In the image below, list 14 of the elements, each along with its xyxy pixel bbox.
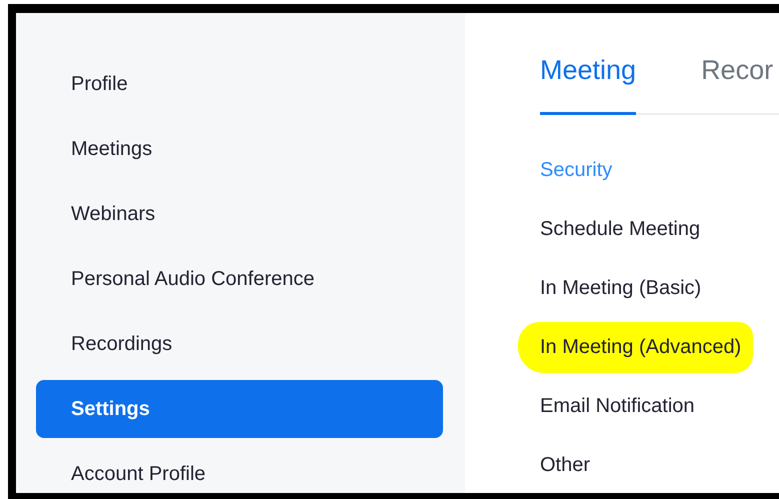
sidebar-item[interactable]: Account Profile xyxy=(36,445,443,493)
sidebar-item[interactable]: Personal Audio Conference xyxy=(36,250,443,308)
sidebar-item[interactable]: Meetings xyxy=(36,120,443,178)
section-link[interactable]: Schedule Meeting xyxy=(540,204,700,255)
sidebar-item[interactable]: Settings xyxy=(36,380,443,438)
sidebar-item[interactable]: Recordings xyxy=(36,315,443,373)
section-link[interactable]: Email Notification xyxy=(540,381,695,432)
tab[interactable]: Meeting xyxy=(540,53,636,115)
sidebar-item[interactable]: Profile xyxy=(36,55,443,113)
section-link[interactable]: In Meeting (Advanced) xyxy=(518,322,754,373)
sidebar-item[interactable]: Webinars xyxy=(36,185,443,243)
section-link[interactable]: Other xyxy=(540,440,590,491)
tab[interactable]: Recor xyxy=(701,53,774,115)
section-link[interactable]: In Meeting (Basic) xyxy=(540,263,702,314)
